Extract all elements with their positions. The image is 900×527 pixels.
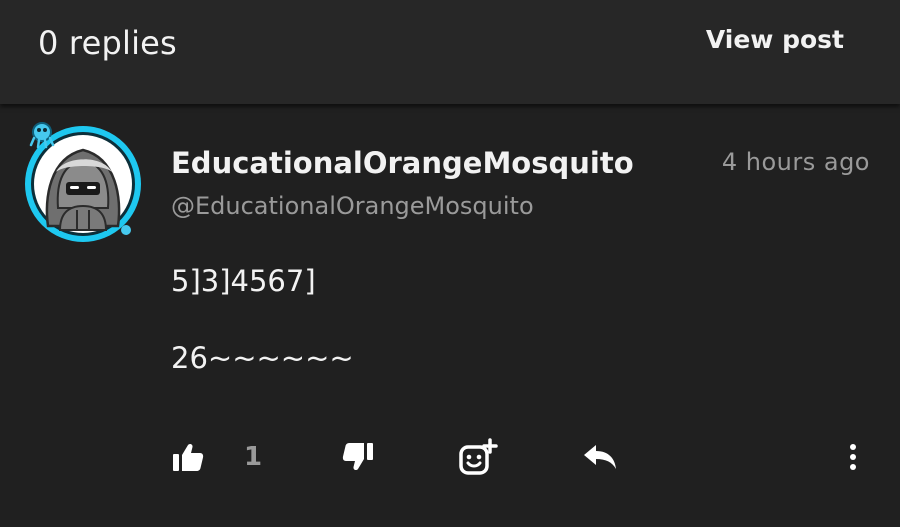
comment-text-line: 26~~~~~~ bbox=[171, 341, 354, 375]
comment-actions: 1 bbox=[0, 434, 900, 484]
reply-button[interactable] bbox=[580, 434, 620, 480]
comment-author-handle[interactable]: @EducationalOrangeMosquito bbox=[171, 192, 534, 220]
reply-icon bbox=[584, 445, 616, 469]
comment-text-line: 5]3]4567] bbox=[171, 264, 316, 298]
more-options-button[interactable] bbox=[838, 434, 868, 480]
thumbs-down-icon bbox=[342, 443, 373, 471]
top-bar: 0 replies View post bbox=[0, 0, 900, 104]
view-post-button[interactable]: View post bbox=[706, 25, 844, 54]
comment-author-name[interactable]: EducationalOrangeMosquito bbox=[171, 146, 634, 180]
comment-timestamp: 4 hours ago bbox=[721, 148, 870, 176]
replies-count-title: 0 replies bbox=[38, 24, 177, 62]
add-reaction-icon bbox=[459, 438, 498, 475]
thumbs-up-icon bbox=[173, 443, 204, 471]
comment: EducationalOrangeMosquito @EducationalOr… bbox=[0, 104, 900, 527]
like-button[interactable] bbox=[168, 434, 208, 480]
more-vertical-icon bbox=[850, 444, 856, 470]
like-count: 1 bbox=[244, 442, 263, 472]
avatar[interactable] bbox=[22, 118, 148, 244]
dislike-button[interactable] bbox=[338, 434, 378, 480]
add-reaction-button[interactable] bbox=[456, 434, 500, 480]
